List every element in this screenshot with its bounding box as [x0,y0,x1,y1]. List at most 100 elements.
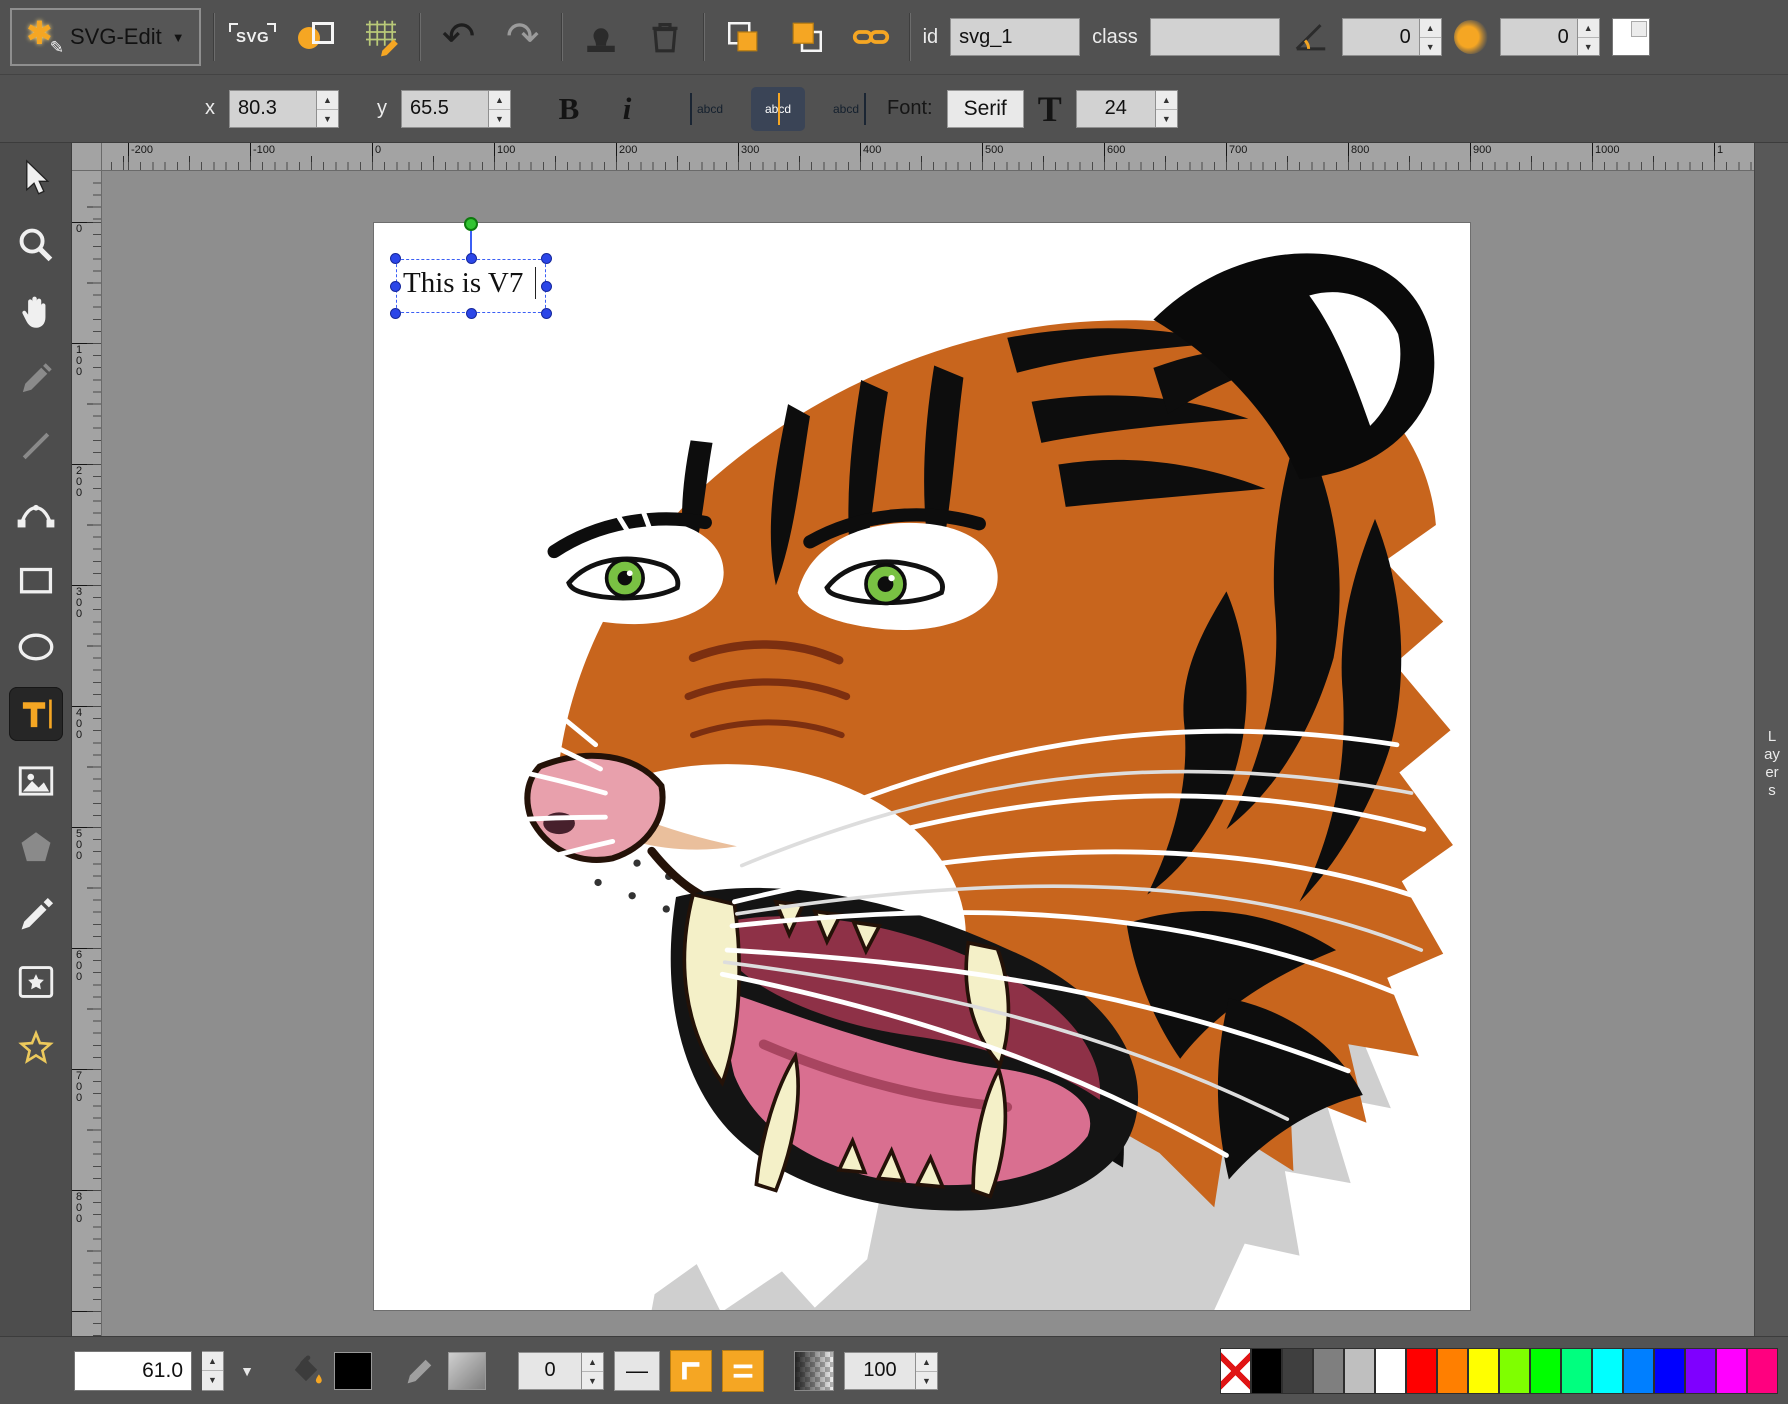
x-input[interactable] [229,90,317,128]
star-tool[interactable] [9,1022,63,1076]
editor-grid-button[interactable] [355,11,407,63]
palette-swatch[interactable] [1437,1348,1468,1394]
move-to-bottom-button[interactable] [717,11,769,63]
selection-handle-nw[interactable] [390,253,401,264]
palette-swatch[interactable] [1716,1348,1747,1394]
y-input[interactable] [401,90,489,128]
text-anchor-start-button[interactable]: abcd [683,87,737,131]
select-tool[interactable] [9,151,63,205]
anchor-middle-bar-icon [778,93,780,125]
palette-swatch[interactable] [1499,1348,1530,1394]
palette-swatch[interactable] [1313,1348,1344,1394]
rotation-handle[interactable] [464,217,478,231]
stroke-width-spinner[interactable]: ▲▼ [582,1352,604,1390]
blur-input[interactable] [1500,18,1578,56]
stroke-width-input[interactable] [518,1352,582,1390]
text-icon [15,693,57,735]
palette-swatch[interactable] [1561,1348,1592,1394]
palette-swatch[interactable] [1344,1348,1375,1394]
ruler-label: 300 [741,144,759,156]
pencil-icon [15,358,57,400]
angle-spinner[interactable]: ▲▼ [1420,18,1442,56]
link-icon [851,17,891,57]
blur-spinner[interactable]: ▲▼ [1578,18,1600,56]
selection-handle-n[interactable] [466,253,477,264]
opacity-spinner[interactable]: ▲▼ [916,1352,938,1390]
font-size-spinner[interactable]: ▲▼ [1156,90,1178,128]
opacity-input[interactable] [844,1352,916,1390]
font-size-input[interactable] [1076,90,1156,128]
stroke-color-swatch[interactable] [448,1352,486,1390]
shape-library-tool[interactable] [9,955,63,1009]
clone-button[interactable] [575,11,627,63]
zoom-input[interactable]: 61.0 [74,1351,192,1391]
separator [703,13,705,61]
ruler-label: 0 [375,144,381,156]
delete-button[interactable] [639,11,691,63]
bold-button[interactable]: B [547,85,591,133]
polygon-tool[interactable] [9,821,63,875]
text-tool[interactable] [9,687,63,741]
linejoin-button[interactable] [670,1350,712,1392]
zoom-dropdown-button[interactable]: ▼ [234,1363,260,1379]
palette-swatch[interactable] [1468,1348,1499,1394]
image-tool[interactable] [9,754,63,808]
id-input[interactable] [950,18,1080,56]
undo-button[interactable]: ↶ [433,11,485,63]
workspace: -200-10001002003004005006007008009001000… [0,143,1788,1336]
selected-text-element[interactable]: This is V7 [396,259,546,313]
y-spinner[interactable]: ▲▼ [489,90,511,128]
layers-tab-label: Layers [1764,728,1780,800]
palette-swatch[interactable] [1592,1348,1623,1394]
palette-swatch[interactable] [1747,1348,1778,1394]
background-swatch[interactable] [1612,18,1650,56]
palette-swatch[interactable] [1282,1348,1313,1394]
path-tool[interactable] [9,486,63,540]
svg-source-button[interactable]: SVG [227,11,279,63]
layers-panel-tab[interactable]: Layers [1754,143,1788,1336]
zoom-spinner[interactable]: ▲▼ [202,1351,224,1391]
linecap-button[interactable] [722,1350,764,1392]
selection-handle-ne[interactable] [541,253,552,264]
x-spinner[interactable]: ▲▼ [317,90,339,128]
ellipse-tool[interactable] [9,620,63,674]
main-menu-button[interactable]: ✱ ✎ SVG-Edit ▼ [10,8,201,66]
palette-swatch[interactable] [1685,1348,1716,1394]
make-link-button[interactable] [845,11,897,63]
palette-swatch[interactable] [1406,1348,1437,1394]
pan-tool[interactable] [9,285,63,339]
fill-color-swatch[interactable] [334,1352,372,1390]
palette-swatch[interactable] [1251,1348,1282,1394]
font-family-button[interactable]: Serif [947,90,1024,128]
rectangle-tool[interactable] [9,553,63,607]
vertical-ruler: 0100200300400500600700800 [72,171,102,1336]
palette-swatch[interactable] [1530,1348,1561,1394]
selection-handle-s[interactable] [466,308,477,319]
move-to-top-button[interactable] [781,11,833,63]
angle-icon [1292,18,1330,56]
palette-swatch[interactable] [1375,1348,1406,1394]
canvas[interactable]: This is V7 [373,222,1471,1311]
ruler-label: 0 [76,224,84,235]
canvas-text[interactable]: This is V7 [403,267,523,300]
selection-handle-se[interactable] [541,308,552,319]
selection-handle-sw[interactable] [390,308,401,319]
eyedropper-tool[interactable] [9,888,63,942]
text-anchor-middle-button[interactable]: abcd [751,87,805,131]
stroke-style-button[interactable]: — [614,1351,660,1391]
selection-handle-w[interactable] [390,281,401,292]
palette-swatch[interactable] [1623,1348,1654,1394]
selection-handle-e[interactable] [541,281,552,292]
document-properties-button[interactable] [291,11,343,63]
zoom-tool[interactable] [9,218,63,272]
redo-button[interactable]: ↷ [497,11,549,63]
palette-swatch[interactable] [1654,1348,1685,1394]
redo-icon: ↷ [506,17,540,57]
class-input[interactable] [1150,18,1280,56]
line-tool[interactable] [9,419,63,473]
palette-swatch[interactable] [1220,1348,1251,1394]
pencil-tool[interactable] [9,352,63,406]
angle-input[interactable] [1342,18,1420,56]
italic-button[interactable]: i [605,85,649,133]
text-anchor-end-button[interactable]: abcd [819,87,873,131]
